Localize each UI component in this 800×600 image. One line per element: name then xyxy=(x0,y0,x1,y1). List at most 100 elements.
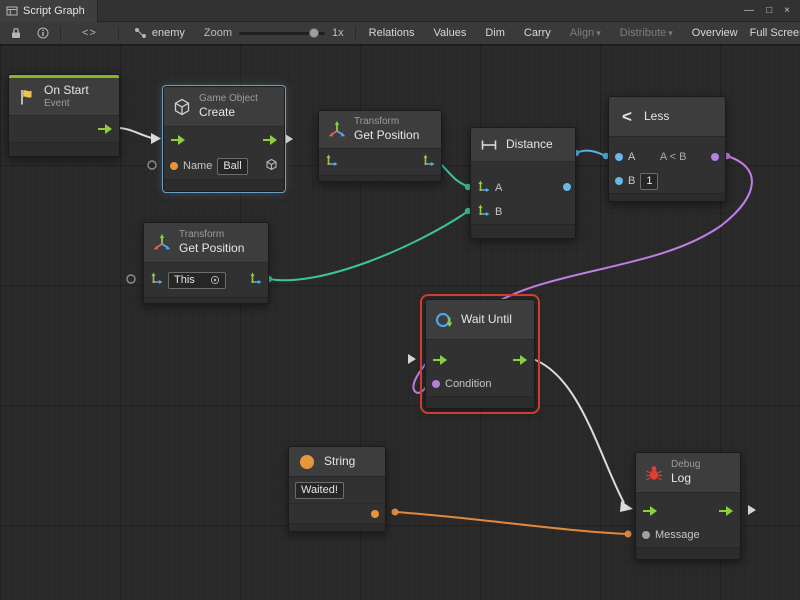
node-category: Debug xyxy=(671,459,700,471)
node-category: Transform xyxy=(354,116,419,128)
node-get-position-b[interactable]: TransformGet Position This xyxy=(143,222,269,304)
gameobject-output-port[interactable] xyxy=(265,158,278,174)
less-icon: < xyxy=(617,107,637,127)
zoom-label: Zoom xyxy=(204,27,232,39)
info-icon[interactable] xyxy=(33,27,53,39)
port-label: Name xyxy=(183,160,212,172)
name-input-port[interactable] xyxy=(170,162,178,170)
zoom-slider-knob[interactable] xyxy=(309,28,319,38)
graph-owner[interactable]: enemy xyxy=(126,27,193,39)
transform-input-port[interactable] xyxy=(325,154,338,170)
flow-output-port[interactable] xyxy=(512,355,528,365)
name-field[interactable]: Ball xyxy=(217,158,247,175)
wire-getposition-to-distance-b[interactable] xyxy=(269,212,467,280)
node-footer xyxy=(164,179,284,191)
node-title: Log xyxy=(671,471,700,485)
wire-onstart-to-create[interactable] xyxy=(118,128,152,138)
zoom-slider[interactable] xyxy=(239,32,325,35)
maximize-button[interactable]: □ xyxy=(766,5,772,16)
port-label: A xyxy=(495,182,502,194)
relations-button[interactable]: Relations xyxy=(363,24,421,42)
flow-output-port[interactable] xyxy=(718,506,734,516)
node-header: Game ObjectCreate xyxy=(164,87,284,127)
node-wait-until[interactable]: Wait Until Condition xyxy=(425,299,535,409)
string-value-field[interactable]: Waited! xyxy=(295,482,344,499)
flow-arrowhead-icon xyxy=(748,505,756,515)
node-create[interactable]: Game ObjectCreate Name Ball xyxy=(163,86,285,192)
node-header: On StartEvent xyxy=(9,78,119,116)
window-titlebar: Script Graph — □ × xyxy=(0,0,800,22)
flow-input-port[interactable] xyxy=(432,355,448,365)
result-output-port[interactable] xyxy=(711,153,719,161)
node-category: Transform xyxy=(179,229,244,241)
string-output-port[interactable] xyxy=(371,510,379,518)
node-title: Wait Until xyxy=(461,312,512,326)
dim-button[interactable]: Dim xyxy=(479,24,511,42)
flow-input-port[interactable] xyxy=(642,506,658,516)
node-get-position-a[interactable]: TransformGet Position xyxy=(318,110,442,182)
overview-button[interactable]: Overview xyxy=(686,24,744,42)
wire-getposition-to-distance-a[interactable] xyxy=(438,161,467,186)
wire-distance-to-less[interactable] xyxy=(576,151,606,156)
b-input-port[interactable] xyxy=(615,177,623,185)
minimize-button[interactable]: — xyxy=(744,5,754,16)
condition-input-port[interactable] xyxy=(432,380,440,388)
node-title: Less xyxy=(644,109,669,123)
position-output-port[interactable] xyxy=(422,154,435,170)
unconnected-port-icon[interactable] xyxy=(127,275,135,283)
flow-input-port[interactable] xyxy=(170,135,186,145)
node-title: String xyxy=(324,454,355,468)
vector-port-icon[interactable] xyxy=(477,204,490,220)
flow-output-port[interactable] xyxy=(262,135,278,145)
tab-script-graph[interactable]: Script Graph xyxy=(0,0,98,22)
values-button[interactable]: Values xyxy=(428,24,473,42)
distance-output-port[interactable] xyxy=(563,183,571,191)
toolbar-separator xyxy=(355,26,356,41)
window-controls: — □ × xyxy=(744,5,800,16)
zoom-value: 1x xyxy=(332,27,344,39)
a-input-port[interactable] xyxy=(615,153,623,161)
node-on-start[interactable]: On StartEvent xyxy=(8,74,120,157)
unconnected-port-icon[interactable] xyxy=(148,161,156,169)
transform-icon xyxy=(152,233,172,253)
align-button[interactable]: Align▾ xyxy=(564,24,607,42)
target-dropdown[interactable]: This xyxy=(168,272,226,289)
graph-canvas[interactable]: On StartEvent Game ObjectCreate Name Bal… xyxy=(0,45,800,600)
close-button[interactable]: × xyxy=(784,5,790,16)
vector-port-icon[interactable] xyxy=(477,180,490,196)
transform-input-port[interactable] xyxy=(150,272,163,288)
node-less[interactable]: < Less A A < B B 1 xyxy=(608,96,726,202)
code-view-icon[interactable]: <> xyxy=(68,27,111,39)
fullscreen-button[interactable]: Full Screen xyxy=(744,24,800,42)
node-footer xyxy=(144,297,268,303)
wire-string-to-log[interactable] xyxy=(395,512,628,534)
flow-arrowhead-icon xyxy=(408,354,416,364)
flow-arrowhead-icon xyxy=(285,134,293,144)
node-footer xyxy=(289,523,385,531)
node-footer xyxy=(426,396,534,408)
node-header: < Less xyxy=(609,97,725,137)
chevron-down-icon: ▾ xyxy=(668,28,673,38)
lock-icon[interactable] xyxy=(6,27,26,39)
graph-owner-label: enemy xyxy=(152,27,185,39)
port-label: Condition xyxy=(445,378,491,390)
wire-end-dot xyxy=(625,531,632,538)
node-debug-log[interactable]: DebugLog Message xyxy=(635,452,741,560)
b-value-field[interactable]: 1 xyxy=(640,173,658,190)
position-output-port[interactable] xyxy=(249,272,262,288)
node-subtitle: Event xyxy=(44,98,89,110)
flag-icon xyxy=(17,87,37,107)
flow-output-port[interactable] xyxy=(97,124,113,134)
distribute-button[interactable]: Distribute▾ xyxy=(614,24,679,42)
message-input-port[interactable] xyxy=(642,531,650,539)
chevron-down-icon: ▾ xyxy=(596,28,601,38)
node-footer xyxy=(609,193,725,201)
port-label: B xyxy=(628,175,635,187)
node-string[interactable]: String Waited! xyxy=(288,446,386,532)
script-graph-icon xyxy=(6,5,18,17)
carry-button[interactable]: Carry xyxy=(518,24,557,42)
node-distance[interactable]: Distance A B xyxy=(470,127,576,239)
wire-waituntil-to-log[interactable] xyxy=(533,359,624,503)
object-picker-icon xyxy=(210,275,220,285)
node-category: Game Object xyxy=(199,93,258,105)
